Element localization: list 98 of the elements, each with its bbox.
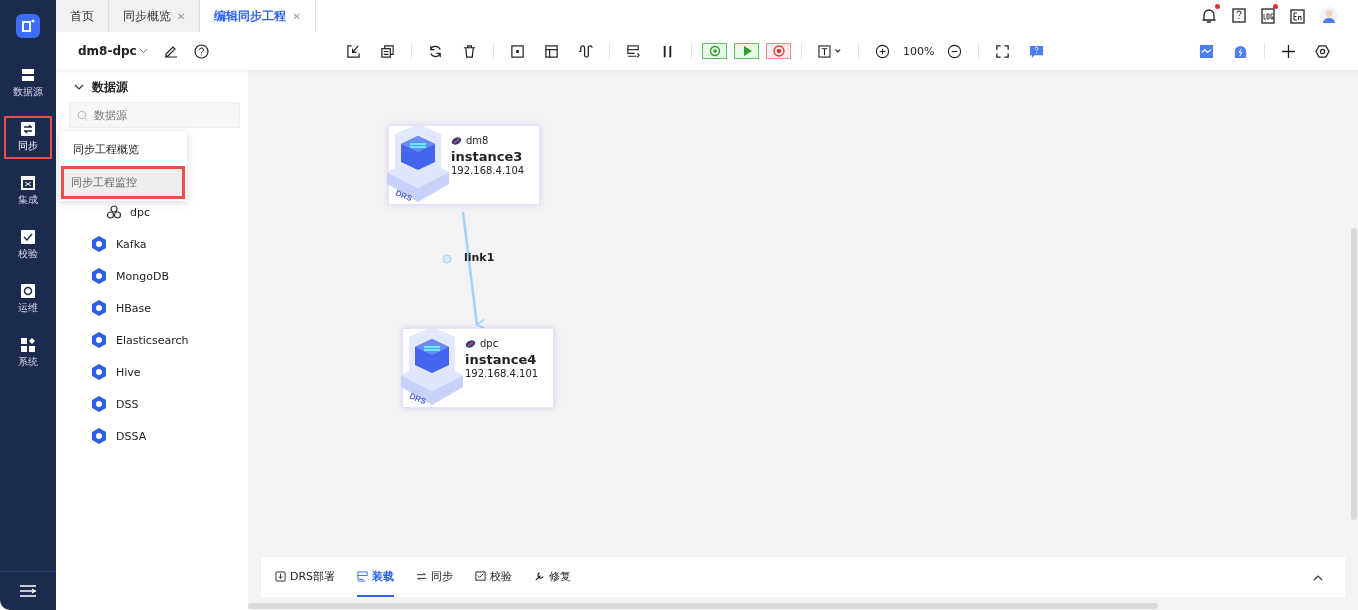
panel-tab[interactable]: 修复 (534, 557, 572, 597)
tree-item[interactable]: Elasticsearch (69, 324, 235, 356)
import-icon[interactable] (346, 43, 361, 59)
hexagon-icon (90, 427, 108, 445)
project-name[interactable]: dm8-dpc (78, 44, 137, 58)
drs-label: DRS (408, 391, 428, 407)
hexagon-icon (90, 331, 108, 349)
alert-icon[interactable] (1233, 43, 1248, 59)
avatar-icon[interactable] (1320, 7, 1338, 25)
layout-icon[interactable] (544, 43, 559, 59)
panel-tab[interactable]: 装载 (357, 557, 395, 597)
panel-tab[interactable]: 同步 (416, 557, 454, 597)
tree-item[interactable]: DSSA (69, 420, 235, 452)
tree-item[interactable]: HBase (69, 292, 235, 324)
help-icon[interactable] (193, 43, 209, 59)
help-book-icon[interactable] (1232, 8, 1246, 24)
refresh-icon[interactable] (428, 43, 443, 59)
node-name: instance3 (451, 149, 524, 164)
search-field[interactable]: 数据源 (69, 102, 240, 128)
node-name: instance4 (465, 352, 538, 367)
feedback-icon[interactable] (1029, 43, 1045, 59)
hexagon-icon (90, 363, 108, 381)
repair-tab-icon[interactable] (534, 570, 546, 582)
edit-icon[interactable] (163, 44, 178, 58)
chart-icon[interactable] (1199, 43, 1214, 59)
instance-node[interactable]: DRS dpc instance4 192.168.4.101 (402, 328, 554, 408)
gear-icon[interactable] (21, 284, 35, 298)
collapse-icon[interactable] (1313, 573, 1323, 581)
tree-item[interactable]: Hive (69, 356, 235, 388)
hexagon-icon (90, 235, 108, 253)
nav-item[interactable]: 校验 (4, 224, 52, 267)
tree-item[interactable]: DSS (69, 388, 235, 420)
nav-item[interactable]: 集成 (4, 170, 52, 213)
hexagon-icon (90, 395, 108, 413)
server-cube-icon (387, 124, 449, 202)
database-icon[interactable] (21, 68, 35, 82)
list-export-icon[interactable] (626, 43, 641, 59)
sync-tab-icon[interactable] (416, 570, 428, 582)
page-tab[interactable]: 首页 (56, 0, 109, 32)
zoom-level: 100% (903, 44, 935, 58)
instance-node[interactable]: DRS dm8 instance3 192.168.4.104 (388, 125, 540, 205)
fullscreen-icon[interactable] (995, 43, 1011, 59)
menu-item[interactable]: 同步工程监控 (61, 166, 185, 199)
log-file-icon[interactable] (1261, 8, 1275, 24)
trash-icon[interactable] (462, 43, 477, 59)
node-type: dpc (480, 338, 499, 349)
load-tab-icon[interactable] (357, 570, 369, 582)
check-tab-icon[interactable] (475, 570, 487, 582)
nav-item[interactable]: 同步 (4, 116, 52, 159)
node-address: 192.168.4.104 (451, 165, 525, 176)
copy-icon[interactable] (380, 43, 395, 59)
page-tab[interactable]: 同步概览 ✕ (109, 0, 201, 32)
panel-tab[interactable]: 校验 (475, 557, 513, 597)
tree-section-header[interactable]: 数据源 (69, 78, 235, 96)
stop-icon[interactable] (772, 45, 785, 57)
add-icon[interactable] (1281, 43, 1296, 59)
hexagon-icon (90, 299, 108, 317)
wave-icon[interactable] (578, 43, 593, 59)
hexagon-icon (90, 267, 108, 285)
select-icon[interactable] (510, 43, 525, 59)
target-icon[interactable] (708, 45, 721, 57)
tree-item[interactable]: dpc (69, 196, 235, 228)
menu-item[interactable]: 同步工程概览 (61, 133, 185, 166)
caret-icon[interactable] (138, 48, 148, 54)
server-cube-icon (401, 327, 463, 405)
node-type: dm8 (466, 135, 489, 146)
settings-icon[interactable] (1315, 43, 1330, 59)
scrollbar[interactable] (1351, 228, 1357, 520)
sync-arrows-icon[interactable] (21, 122, 35, 136)
tree-item[interactable]: Kafka (69, 228, 235, 260)
stop-button[interactable] (766, 43, 791, 59)
grid-icon[interactable] (21, 176, 35, 190)
node-address: 192.168.4.101 (465, 368, 539, 379)
zoom-in-icon[interactable] (875, 43, 890, 59)
deploy-tab-icon[interactable] (275, 570, 286, 582)
zoom-out-icon[interactable] (947, 43, 963, 59)
checkbox-icon[interactable] (21, 230, 35, 244)
chevron-icon[interactable] (74, 82, 84, 92)
nav-item[interactable]: 运维 (4, 278, 52, 321)
nav-item[interactable]: 系统 (4, 332, 52, 375)
collapse-menu-icon[interactable] (20, 584, 36, 598)
database-type-icon (451, 136, 462, 145)
app-logo-icon (16, 14, 40, 38)
link-handle-icon[interactable] (442, 254, 452, 264)
link-label: link1 (464, 251, 495, 264)
cluster-icon (106, 204, 122, 220)
tree-item[interactable]: MongoDB (69, 260, 235, 292)
scrollbar[interactable] (248, 603, 1158, 609)
nav-item[interactable]: 数据源 (4, 62, 52, 105)
drs-label: DRS (394, 188, 414, 204)
restart-button[interactable] (702, 43, 727, 59)
database-type-icon (465, 339, 476, 348)
text-dropdown-icon[interactable] (818, 43, 842, 59)
apps-icon[interactable] (21, 338, 35, 352)
language-icon[interactable] (1290, 8, 1305, 24)
panel-tab[interactable]: DRS部署 (275, 557, 336, 597)
start-button[interactable] (734, 43, 759, 59)
bell-icon[interactable] (1201, 8, 1217, 24)
